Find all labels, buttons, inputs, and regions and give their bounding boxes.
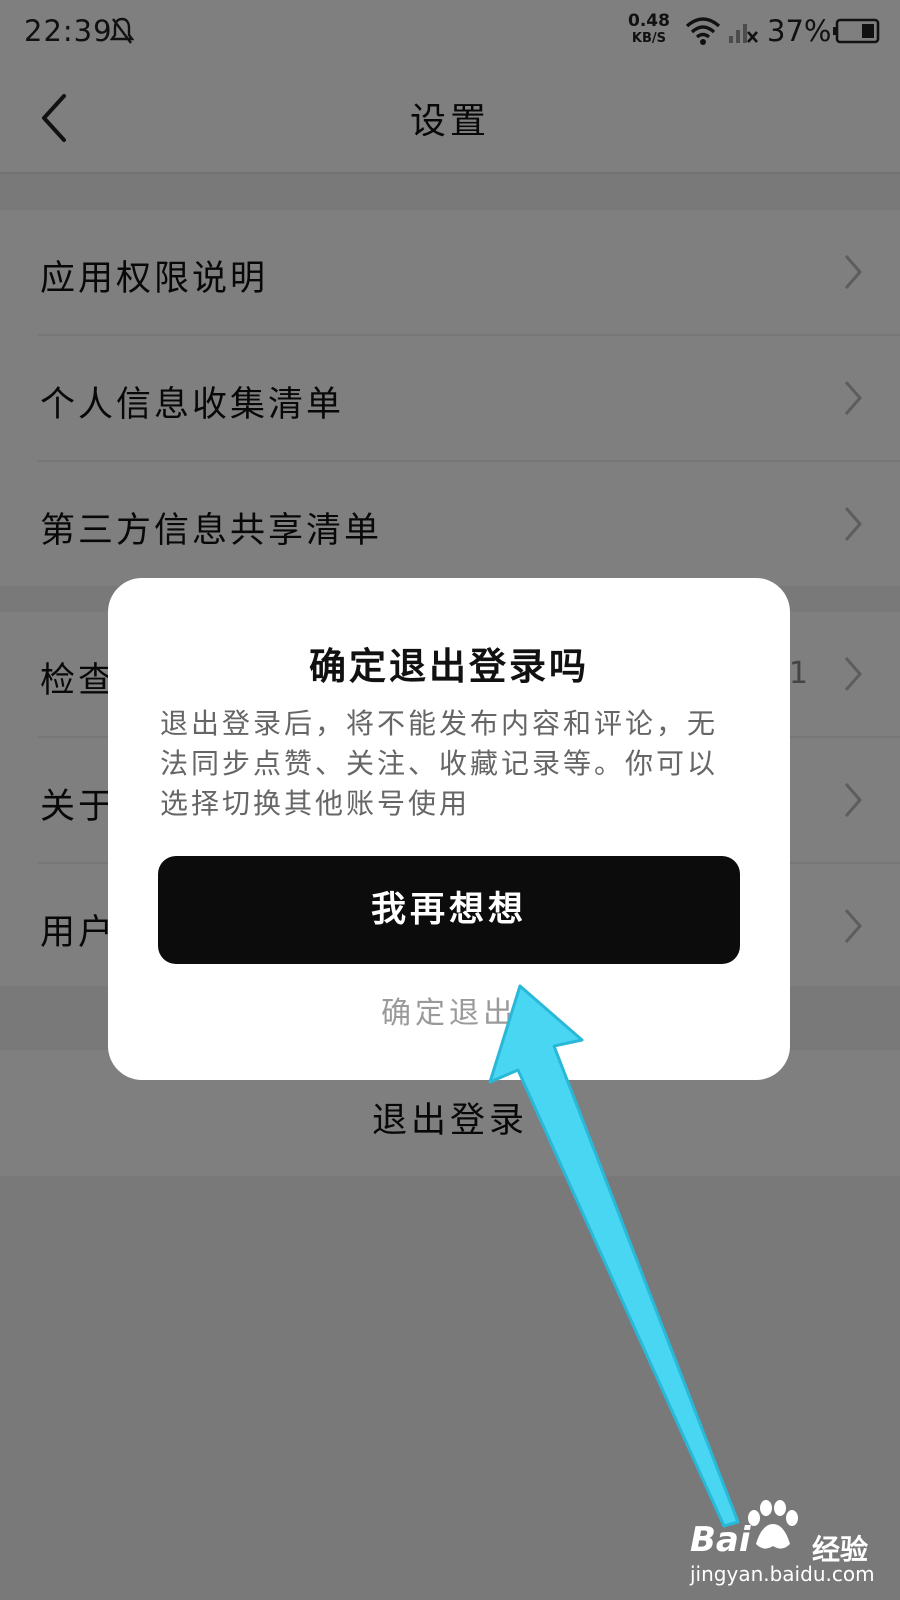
annotation-arrow xyxy=(488,984,740,1528)
baidu-jingyan-watermark: Bai 经验 jingyan.baidu.com xyxy=(690,1500,890,1590)
watermark-url: jingyan.baidu.com xyxy=(690,1562,875,1586)
arrow-shape xyxy=(488,984,740,1528)
watermark-brand: Bai xyxy=(690,1520,751,1560)
paw-logo-icon xyxy=(748,1500,798,1549)
